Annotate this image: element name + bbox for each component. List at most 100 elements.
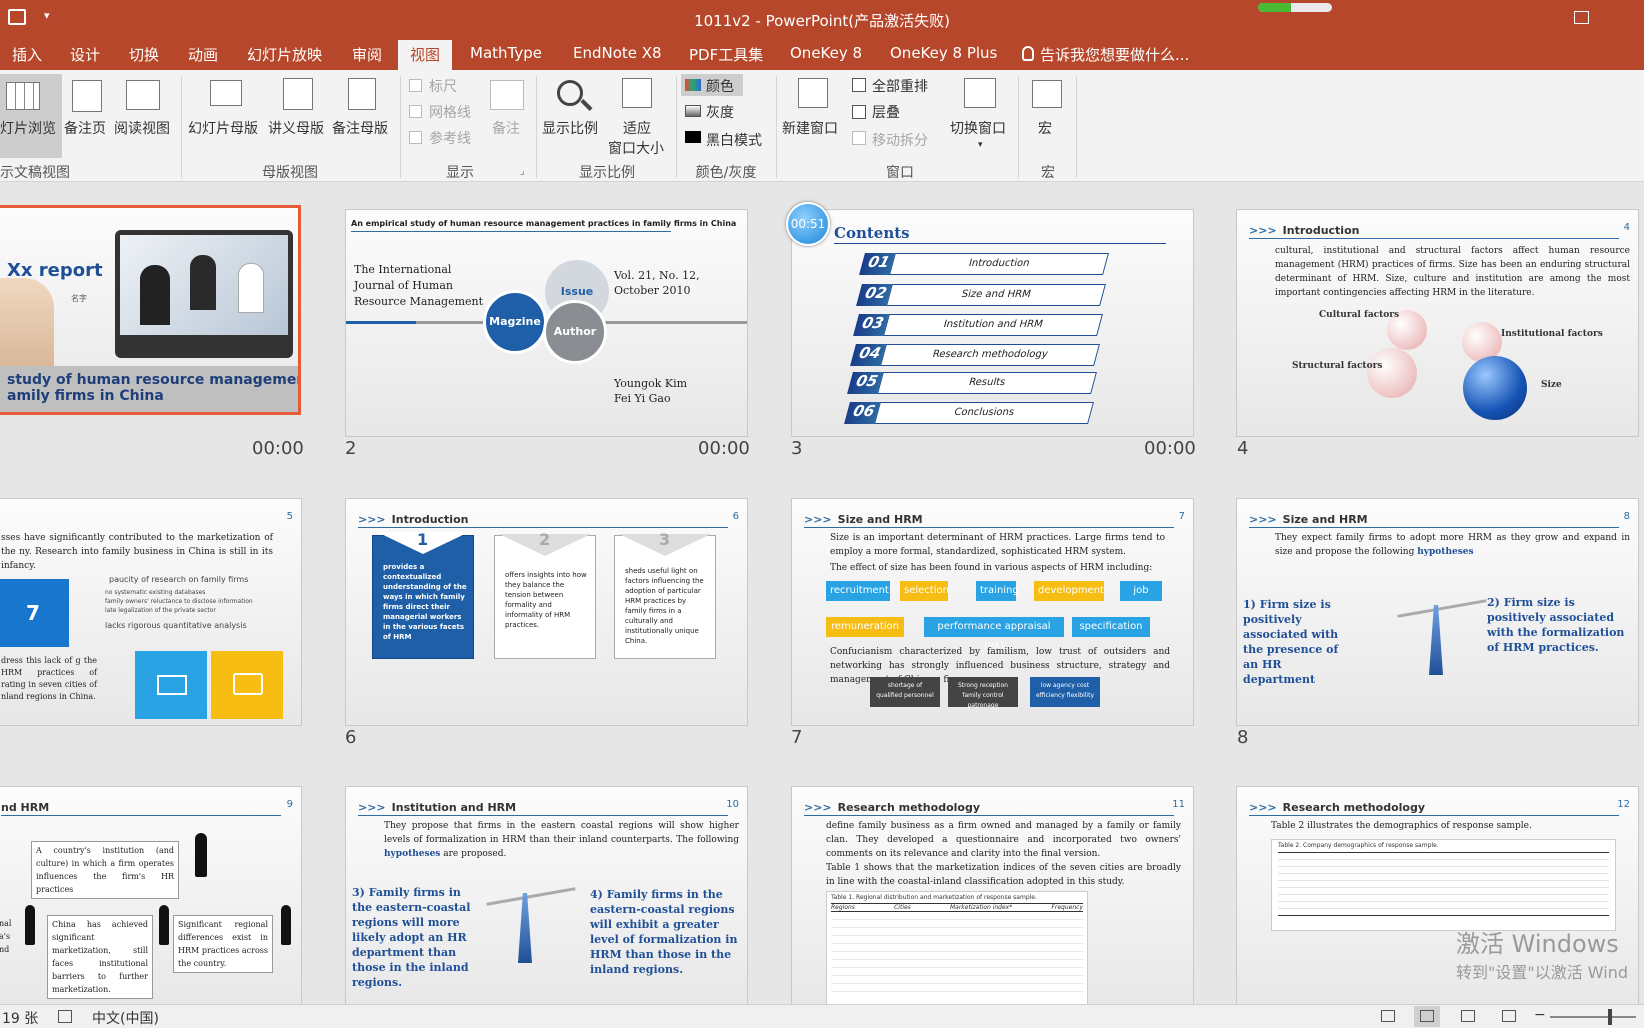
gray-box-2: Strong reception family control patronag… [948,677,1018,709]
guides-checkbox[interactable] [409,131,422,144]
ribbon-display-icon[interactable] [1574,11,1589,24]
new-window-button[interactable]: 新建窗口 [782,118,838,138]
silhouette-person-icon-4 [281,905,291,945]
reading-view-button[interactable]: 阅读视图 [114,118,170,138]
silhouette-person-icon-2 [25,905,35,945]
slide10-page: 10 [726,799,739,810]
arrange-all-button[interactable]: 全部重排 [872,76,928,96]
slide7-number: 7 [791,727,803,748]
slide-thumbnail-7[interactable]: >>> Size and HRM 7 Size is an important d… [791,498,1194,726]
slideshow-view-icon[interactable] [1502,1010,1516,1022]
tab-design[interactable]: 设计 [70,44,100,65]
zoom-slider-thumb[interactable] [1608,1009,1612,1025]
dialog-launcher-icon[interactable]: ⌟ [520,166,525,177]
guides-label: 参考线 [429,131,471,147]
recording-timer: 00:51 [786,202,830,246]
zoom-out-icon[interactable]: − [1534,1007,1546,1023]
zoom-slider[interactable] [1550,1016,1636,1018]
slide-thumbnail-8[interactable]: >>> Size and HRM 8 They expect family fir… [1236,498,1639,726]
reading-view-icon[interactable] [1461,1010,1475,1022]
move-split-icon [852,131,866,145]
tab-insert[interactable]: 插入 [12,44,42,65]
slide5-body: sses have significantly contributed to t… [1,533,273,571]
tab-slideshow[interactable]: 幻灯片放映 [247,44,322,65]
slide2-number: 2 [345,438,357,459]
slide6-page: 6 [732,511,739,522]
macro-icon [1032,80,1062,108]
status-bar: 19 张 中文(中国) − [0,1004,1644,1028]
tab-mathtype[interactable]: MathType [470,44,542,62]
gridlines-checkbox[interactable] [409,105,422,118]
slide1-title: Xx report [7,260,103,281]
slide4-page: 4 [1623,222,1630,233]
tab-review[interactable]: 审阅 [352,44,382,65]
grayscale-button[interactable]: 灰度 [706,102,734,122]
slide3-title: Contents [834,224,910,242]
ribbon: 灯片浏览 备注页 阅读视图 示文稿视图 幻灯片母版 讲义母版 备注母版 母版视图… [0,70,1644,182]
slide-master-button[interactable]: 幻灯片母版 [188,118,258,138]
normal-view-icon[interactable] [1381,1010,1395,1022]
zoom-button[interactable]: 显示比例 [542,118,598,138]
new-window-icon [798,78,828,108]
slide9-box-1: A country's institution (and culture) in… [31,841,179,899]
slide-thumbnail-1[interactable]: Xx report 名字 study of human resource man… [0,205,301,415]
notes-master-button[interactable]: 备注母版 [332,118,388,138]
tab-onekey8[interactable]: OneKey 8 [790,44,862,62]
label-structural-factors: Structural factors [1292,361,1383,371]
tab-animations[interactable]: 动画 [188,44,218,65]
fit-window-icon [622,78,652,108]
slide-thumbnail-3[interactable]: Contents 01 Introduction 02 Size and HRM… [791,209,1194,437]
slide1-name: 名字 [71,294,87,303]
black-white-button[interactable]: 黑白模式 [706,130,762,150]
bw-swatch-icon [685,131,701,143]
ribbon-tabs: 插入 设计 切换 动画 幻灯片放映 审阅 视图 MathType EndNote… [0,38,1644,70]
slide-thumbnail-2[interactable]: An empirical study of human resource man… [345,209,748,437]
slide9-box-2: China has achieved significant marketiza… [47,915,153,999]
tab-pdf[interactable]: PDF工具集 [689,44,763,65]
tab-view[interactable]: 视图 [398,40,453,70]
notes-page-button[interactable]: 备注页 [64,118,106,138]
fit-window-line1[interactable]: 适应 [623,118,651,138]
slide2-header: An empirical study of human resource man… [351,219,737,228]
slide2-journal: The International Journal of Human Resourc… [354,263,484,308]
tab-endnote[interactable]: EndNote X8 [573,44,662,62]
slide12-header: Research methodology [1282,801,1425,814]
slide-thumbnail-10[interactable]: >>> Institution and HRM 10 They propose t… [345,786,748,1004]
cascade-button[interactable]: 层叠 [872,102,900,122]
switch-window-dropdown-icon[interactable]: ▾ [978,140,983,150]
slide-thumbnail-9[interactable]: nd HRM 9 A country's institution (and cu… [0,786,302,1004]
handout-master-button[interactable]: 讲义母版 [268,118,324,138]
contents-item-2: Size and HRM [886,284,1106,306]
magzine-circle: Magzine [483,290,547,354]
cascade-icon [852,105,866,119]
language-indicator[interactable]: 中文(中国) [92,1008,159,1028]
slide-sorter: Xx report 名字 study of human resource man… [0,182,1644,1004]
label-institutional-factors: Institutional factors [1501,329,1603,339]
group-views-label: 示文稿视图 [0,165,70,181]
reading-view-icon [126,80,160,110]
progress-bar [1258,3,1332,12]
switch-window-button[interactable]: 切换窗口 [950,118,1006,138]
slide-thumbnail-11[interactable]: >>> Research methodology 11 define family… [791,786,1194,1004]
slide-sorter-view-icon[interactable] [1414,1006,1440,1027]
move-split-button[interactable]: 移动拆分 [872,130,928,150]
macros-button[interactable]: 宏 [1038,118,1052,138]
window-title: 1011v2 - PowerPoint(产品激活失败) [694,12,950,30]
notes-master-icon [348,78,376,110]
notes-button[interactable]: 备注 [492,118,520,138]
spell-check-icon[interactable] [58,1010,72,1023]
money-icon [135,651,207,719]
slide2-volume: Vol. 21, No. 12, October 2010 [614,269,700,297]
silhouette-person-icon-3 [159,905,169,945]
handout-master-icon [283,78,313,110]
hypothesis-4: 4) Family firms in the eastern-coastal r… [590,888,738,976]
group-window-label: 窗口 [886,165,914,181]
slide-thumbnail-4[interactable]: >>> Introduction 4 cultural, institutiona… [1236,209,1639,437]
slide-thumbnail-5[interactable]: 5 sses have significantly contributed to… [0,498,302,726]
tell-me-input[interactable]: 告诉我您想要做什么... [1040,44,1189,65]
ruler-checkbox[interactable] [409,79,422,92]
tab-transitions[interactable]: 切换 [129,44,159,65]
fit-window-line2[interactable]: 窗口大小 [608,138,664,158]
slide-thumbnail-6[interactable]: >>> Introduction 6 1 provides a contextua… [345,498,748,726]
tab-onekey8plus[interactable]: OneKey 8 Plus [890,44,997,62]
